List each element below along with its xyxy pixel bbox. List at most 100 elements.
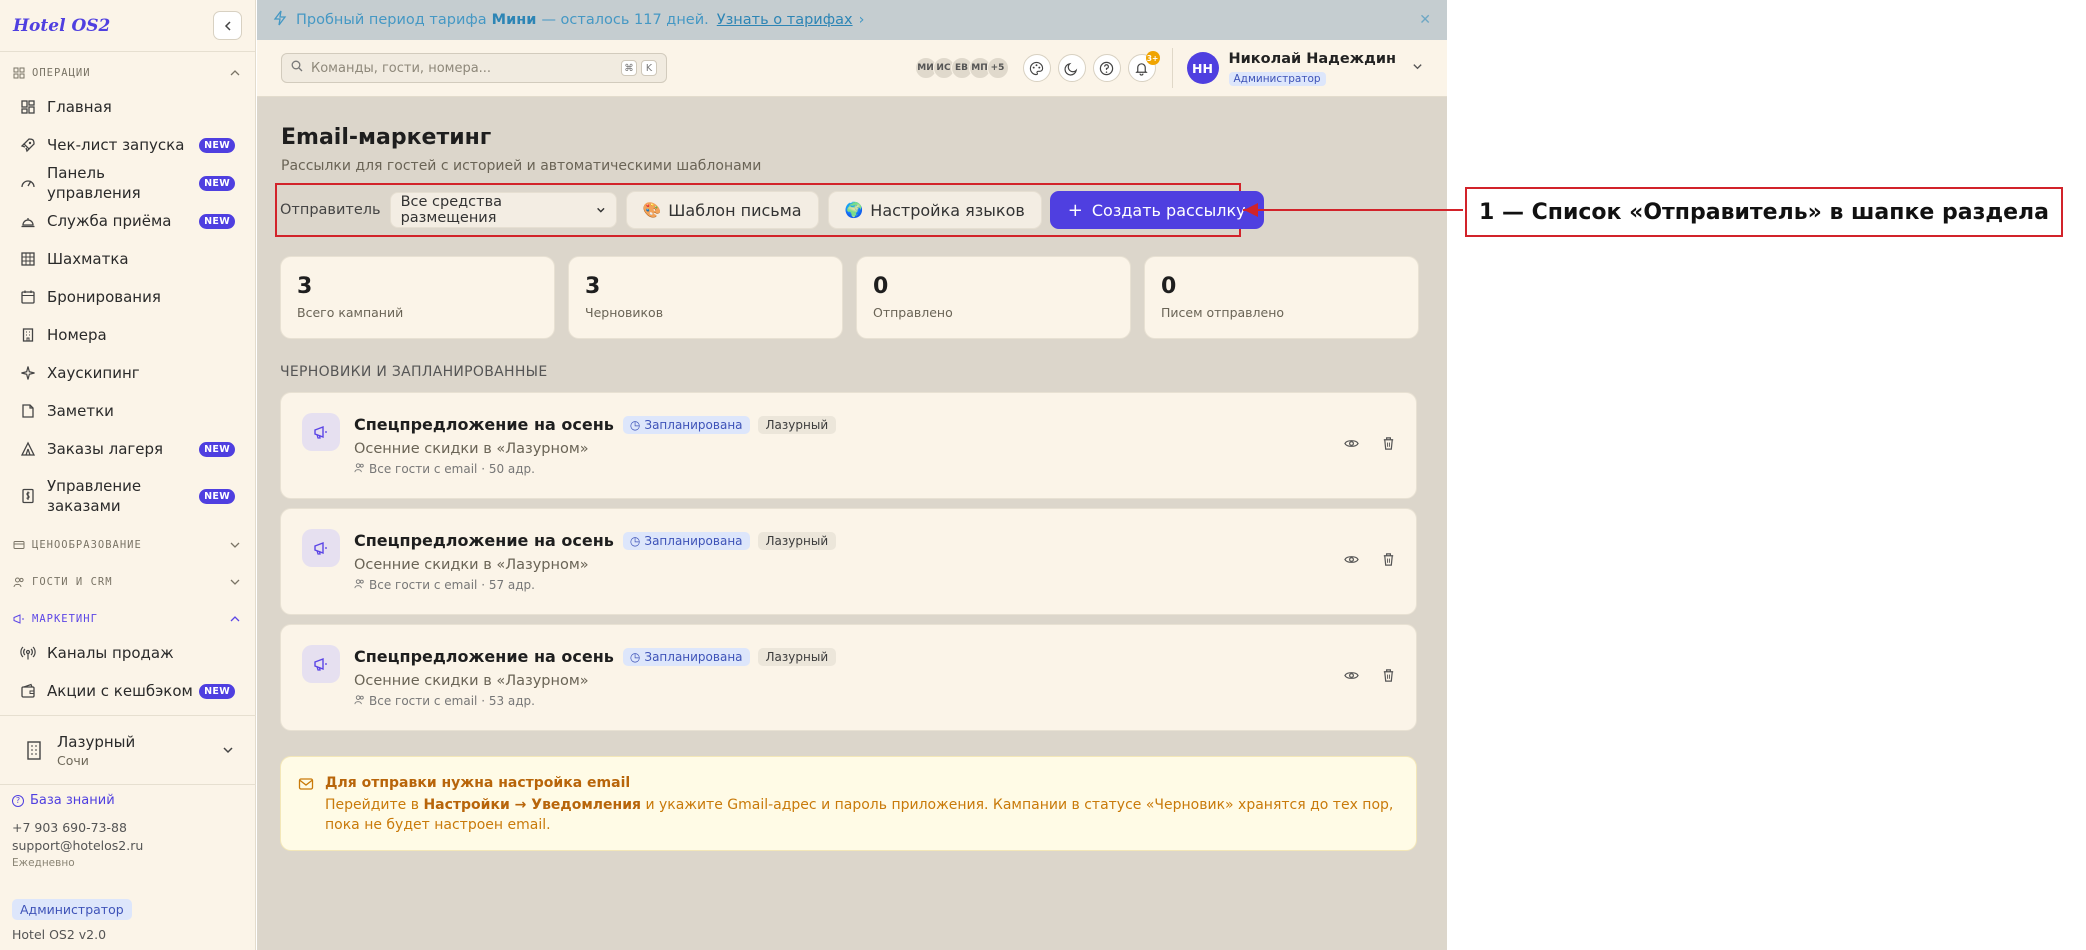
user-menu-chevron-icon[interactable]: [1412, 61, 1423, 76]
sidebar-item[interactable]: Шахматка: [0, 240, 255, 278]
sidebar-item-label: Каналы продаж: [47, 644, 174, 662]
chevron-up-icon: [230, 616, 240, 622]
logo[interactable]: Hotel OS2: [13, 16, 110, 36]
hotel-switcher[interactable]: Лазурный Сочи: [0, 715, 256, 785]
annotation-arrow: [1243, 209, 1463, 211]
sidebar-item[interactable]: Заказы лагеря NEW: [0, 430, 255, 468]
sidebar-item-label: Чек-лист запуска: [47, 136, 185, 154]
kbd-k: K: [641, 60, 657, 76]
sidebar-item[interactable]: Каналы продаж: [0, 634, 255, 672]
divider: [1171, 48, 1173, 88]
notification-count: 3+: [1145, 51, 1160, 65]
avatar-more[interactable]: +5: [986, 57, 1009, 79]
building-icon: [20, 327, 36, 343]
campaign-card[interactable]: Спецпредложение на осень ◷ Запланирована Ла…: [280, 392, 1417, 499]
moon-icon: [1064, 62, 1078, 76]
users-icon: [354, 462, 365, 476]
close-icon[interactable]: ✕: [1419, 12, 1431, 28]
sidebar-item[interactable]: Главная: [0, 88, 255, 126]
section-guests[interactable]: ГОСТИ И CRM: [0, 567, 255, 597]
chevron-left-icon: [224, 20, 231, 31]
plus-icon: +: [1067, 199, 1083, 221]
new-badge: NEW: [199, 175, 235, 191]
sender-select[interactable]: Все средства размещения: [389, 192, 617, 228]
sidebar-item[interactable]: Номера: [0, 316, 255, 354]
dark-mode-button[interactable]: [1057, 54, 1086, 82]
status-badge: ◷ Запланирована: [622, 531, 750, 550]
eye-icon: [1344, 556, 1359, 563]
bell-desk-icon: [20, 213, 36, 229]
support-phone[interactable]: +7 903 690-73-88: [12, 820, 244, 835]
sidebar-footer: ? База знаний +7 903 690-73-88 support@ho…: [12, 793, 244, 942]
gauge-icon: [20, 175, 36, 191]
sidebar: Hotel OS2 ОПЕРАЦИИ Главная Чек-лист запус…: [0, 0, 256, 950]
banner-suffix: — осталось 117 дней.: [541, 12, 709, 28]
online-users[interactable]: МИ ИС ЕВ МП +5: [914, 57, 1009, 79]
support-email[interactable]: support@hotelos2.ru: [12, 838, 244, 853]
users-icon: [354, 578, 365, 592]
new-badge: NEW: [199, 488, 235, 504]
hotel-badge: Лазурный: [757, 415, 837, 434]
search-input[interactable]: Команды, гости, номера... ⌘ K: [281, 53, 667, 83]
building-icon: [27, 741, 41, 760]
chevron-right-icon: ›: [858, 12, 865, 28]
sidebar-item-label: Заметки: [47, 402, 114, 420]
trash-icon: [1383, 669, 1394, 682]
bell-icon: [1135, 62, 1148, 76]
delete-button[interactable]: [1381, 552, 1396, 571]
hotel-name: Лазурный: [57, 732, 136, 751]
header-actions: Отправитель Все средства размещения 🎨 Ша…: [280, 190, 1264, 230]
campaign-subject: Осенние скидки в «Лазурном»: [354, 673, 589, 689]
preview-button[interactable]: [1344, 436, 1359, 455]
help-button[interactable]: [1092, 54, 1121, 82]
annotation-callout: 1 — Список «Отправитель» в шапке раздела: [1465, 187, 2063, 237]
section-operations[interactable]: ОПЕРАЦИИ: [0, 58, 255, 88]
hotel-city: Сочи: [57, 752, 89, 768]
collapse-sidebar-button[interactable]: [213, 11, 242, 40]
sidebar-item[interactable]: Служба приёма NEW: [0, 202, 255, 240]
knowledge-base-link[interactable]: ? База знаний: [12, 793, 244, 808]
new-badge: NEW: [199, 441, 235, 457]
sidebar-item[interactable]: Панель управления NEW: [0, 164, 255, 202]
tent-icon: [20, 441, 36, 457]
grid-small-icon: [13, 67, 25, 79]
user-avatar[interactable]: НН: [1186, 52, 1219, 84]
preview-button[interactable]: [1344, 552, 1359, 571]
campaign-audience: Все гости с email · 57 адр.: [369, 578, 535, 592]
sidebar-item[interactable]: Акции с кешбэком NEW: [0, 672, 255, 710]
campaign-audience: Все гости с email · 50 адр.: [369, 462, 535, 476]
dashboard-icon: [20, 99, 36, 115]
notifications-button[interactable]: 3+: [1127, 51, 1160, 82]
sidebar-item-label: Бронирования: [47, 288, 161, 306]
new-badge: NEW: [199, 137, 235, 153]
campaign-title: Спецпредложение на осень: [354, 415, 614, 434]
grid-icon: [20, 251, 36, 267]
preview-button[interactable]: [1344, 668, 1359, 687]
pricing-link[interactable]: Узнать о тарифах: [717, 12, 853, 28]
receipt-icon: [20, 488, 36, 504]
trash-icon: [1383, 437, 1394, 450]
sidebar-item[interactable]: Бронирования: [0, 278, 255, 316]
megaphone-icon: [302, 413, 340, 451]
theme-palette-button[interactable]: [1022, 54, 1051, 82]
sidebar-item[interactable]: Управление заказами NEW: [0, 468, 255, 524]
delete-button[interactable]: [1381, 668, 1396, 687]
sidebar-item[interactable]: Заметки: [0, 392, 255, 430]
create-campaign-button[interactable]: + Создать рассылку: [1049, 191, 1264, 229]
campaign-card[interactable]: Спецпредложение на осень ◷ Запланирована Ла…: [280, 624, 1417, 731]
settings-notifications-link[interactable]: Настройки → Уведомления: [423, 797, 641, 813]
palette-icon: [1029, 61, 1044, 75]
sidebar-item[interactable]: Чек-лист запуска NEW: [0, 126, 255, 164]
user-info[interactable]: Николай Надеждин Администратор: [1228, 51, 1396, 86]
sparkle-icon: [20, 365, 36, 381]
sidebar-item[interactable]: Хаускипинг: [0, 354, 255, 392]
language-settings-button[interactable]: 🌍 Настройка языков: [827, 191, 1042, 229]
sidebar-item-label: Шахматка: [47, 250, 129, 268]
section-marketing[interactable]: МАРКЕТИНГ: [0, 604, 255, 634]
delete-button[interactable]: [1381, 436, 1396, 455]
campaign-card[interactable]: Спецпредложение на осень ◷ Запланирована Ла…: [280, 508, 1417, 615]
section-pricing[interactable]: ЦЕНООБРАЗОВАНИЕ: [0, 530, 255, 560]
email-setup-warning: Для отправки нужна настройка email Перей…: [280, 756, 1417, 851]
email-template-button[interactable]: 🎨 Шаблон письма: [625, 191, 819, 229]
new-badge: NEW: [199, 683, 235, 699]
